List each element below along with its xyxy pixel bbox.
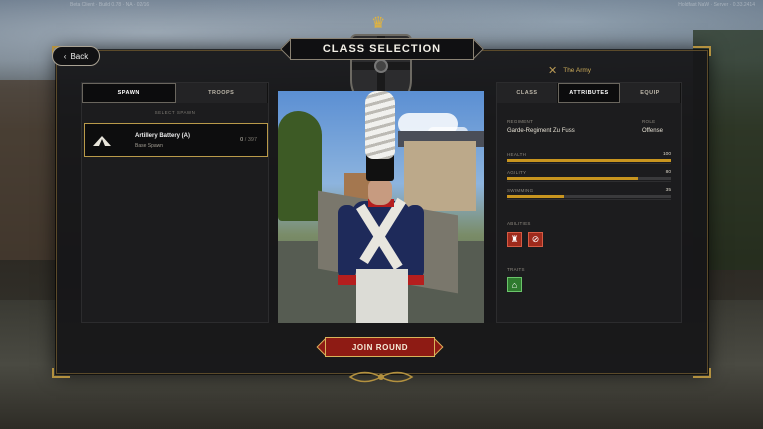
crown-icon: ♛ [371, 15, 386, 32]
spawn-player-count: 0 / 397 [240, 137, 257, 143]
class-detail-panel: CLASS ATTRIBUTES EQUIP REGIMENT Garde-Re… [496, 82, 682, 323]
faction-label: ✕ The Army [548, 64, 591, 77]
abilities-label: ABILITIES [507, 221, 531, 226]
no-melee-icon[interactable]: ⊘ [528, 232, 543, 247]
agility-stat: AGILITY 80 [507, 170, 671, 186]
tab-troops[interactable]: TROOPS [175, 83, 268, 103]
chevron-left-icon: ‹ [63, 51, 67, 61]
select-spawn-heading: SELECT SPAWN [154, 110, 196, 115]
build-info-text: Beta Client · Build 0.78 · NA · 02/16 [70, 2, 150, 8]
tab-class[interactable]: CLASS [497, 83, 558, 103]
back-button-label: Back [70, 51, 89, 61]
tab-equip[interactable]: EQUIP [620, 83, 681, 103]
server-info-text: Holdfast NaW · Server · 0.33.2414 [678, 2, 755, 8]
health-value: 100 [662, 152, 671, 157]
faction-name: The Army [563, 67, 592, 74]
crossed-muskets-icon: ✕ [548, 65, 558, 77]
join-round-button[interactable]: JOIN ROUND [325, 337, 435, 357]
rally-troops-icon[interactable]: ♜ [507, 232, 522, 247]
frame-corner-ornament [693, 368, 711, 378]
traits-label: TRAITS [507, 267, 525, 272]
class-detail-tabs: CLASS ATTRIBUTES EQUIP [497, 83, 681, 103]
role-label: ROLE [642, 119, 656, 124]
spawn-panel: SPAWN TROOPS SELECT SPAWN Artillery Batt… [81, 82, 269, 323]
tab-spawn[interactable]: SPAWN [82, 83, 176, 103]
swimming-stat: SWIMMING 35 [507, 188, 671, 204]
spawn-point-icon[interactable]: ⌂ [507, 277, 522, 292]
health-label: HEALTH [507, 152, 527, 157]
tent-icon [93, 136, 111, 146]
regiment-label: REGIMENT [507, 119, 534, 124]
frame-corner-ornament [693, 46, 711, 56]
swimming-value: 35 [665, 188, 671, 193]
spawn-tabs: SPAWN TROOPS [82, 83, 268, 103]
spawn-name: Artillery Battery (A) [135, 133, 191, 139]
role-value: Offense [642, 128, 663, 134]
agility-label: AGILITY [507, 170, 527, 175]
back-button[interactable]: ‹ Back [52, 46, 100, 66]
page-title: CLASS SELECTION [290, 38, 474, 60]
background-building [0, 80, 60, 260]
regiment-value: Garde-Regiment Zu Fuss [507, 128, 575, 134]
bottom-ornament-icon [348, 371, 414, 383]
spawn-type: Base Spawn [135, 143, 164, 149]
swimming-label: SWIMMING [507, 188, 534, 193]
agility-value: 80 [665, 170, 671, 175]
swimming-bar [507, 195, 671, 198]
frame-corner-ornament [52, 368, 70, 378]
tab-attributes[interactable]: ATTRIBUTES [558, 83, 620, 103]
character-preview [278, 91, 484, 323]
spawn-current-count: 0 [240, 137, 244, 143]
health-bar [507, 159, 671, 162]
soldier-model [338, 91, 428, 323]
agility-bar [507, 177, 671, 180]
trait-list: ⌂ [507, 277, 522, 292]
health-stat: HEALTH 100 [507, 152, 671, 168]
ability-list: ♜ ⊘ [507, 232, 543, 247]
spawn-option-card[interactable]: Artillery Battery (A) Base Spawn 0 / 397 [84, 123, 268, 157]
spawn-capacity: / 397 [244, 137, 257, 143]
